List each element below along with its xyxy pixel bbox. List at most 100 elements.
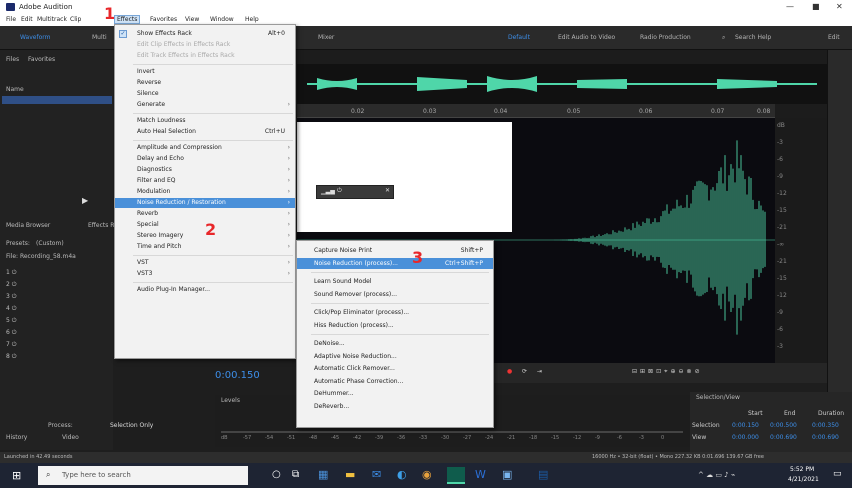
menu-help[interactable]: Help [245,16,259,23]
submenu-item-noise-reduction-process[interactable]: Noise Reduction (process)... Ctrl+Shift+P [297,257,493,269]
workspace-default[interactable]: Default [508,34,530,41]
workspace-radio-production[interactable]: Radio Production [640,34,691,41]
close-button[interactable]: ✕ [836,2,843,11]
effects-item-diagnostics[interactable]: Diagnostics › [115,165,295,175]
taskbar-search-box[interactable]: ⌕ Type here to search [38,466,248,485]
effects-item-show-effects-rack[interactable]: Show Effects Rack ✓ Alt+0 [115,29,295,39]
effects-item-modulation[interactable]: Modulation › [115,187,295,197]
skip-icon[interactable]: ⇥ [537,368,542,375]
selection-end[interactable]: 0:00.500 [770,422,797,429]
submenu-item-learn-sound-model[interactable]: Learn Sound Model [297,276,493,287]
menu-file[interactable]: File [6,16,16,23]
submenu-item-hiss-reduction-process[interactable]: Hiss Reduction (process)... [297,320,493,331]
effects-item-delay-and-echo[interactable]: Delay and Echo › [115,154,295,164]
effects-item-audio-plug-in-manager[interactable]: Audio Plug-In Manager... [115,285,295,295]
editor-tab[interactable]: Edit [828,34,840,41]
menu-clip[interactable]: Clip [70,16,81,23]
process-value[interactable]: Selection Only [110,422,153,429]
workspace-edit-audio-video[interactable]: Edit Audio to Video [558,34,615,41]
submenu-item-automatic-phase-correction[interactable]: Automatic Phase Correction... [297,376,493,387]
mixer-tab[interactable]: Mixer [318,34,334,41]
maximize-button[interactable]: ■ [812,2,820,11]
submenu-item-dehummer[interactable]: DeHummer... [297,388,493,399]
time-ruler[interactable]: 0.02 0.03 0.04 0.05 0.06 0.07 0.08 [297,104,775,118]
rack-slot-4[interactable]: 4 ⏻ [6,305,16,313]
edge-icon[interactable]: ◐ [397,468,407,481]
waveform-view-button[interactable]: Waveform [20,34,50,41]
rack-slot-6[interactable]: 6 ⏻ [6,329,16,337]
effects-item-reverse[interactable]: Reverse [115,78,295,88]
multitrack-view-button[interactable]: Multi [92,34,107,41]
effects-item-time-and-pitch[interactable]: Time and Pitch › [115,242,295,252]
video-tab[interactable]: Video [62,434,79,441]
menu-effects[interactable]: Effects [113,15,141,24]
windows-start-icon[interactable]: ⊞ [12,469,21,482]
file-explorer-icon[interactable]: ▬ [345,468,355,481]
search-help-field[interactable]: Search Help [735,34,771,41]
menu-edit[interactable]: Edit [21,16,33,23]
rack-slot-3[interactable]: 3 ⏻ [6,293,16,301]
effects-item-amplitude-and-compression[interactable]: Amplitude and Compression › [115,143,295,153]
search-icon[interactable]: ⌕ [722,34,725,42]
rack-slot-2[interactable]: 2 ⏻ [6,281,16,289]
view-end[interactable]: 0:00.690 [770,434,797,441]
menu-window[interactable]: Window [210,16,234,23]
effects-item-silence[interactable]: Silence [115,89,295,99]
effects-item-auto-heal-selection[interactable]: Auto Heal Selection Ctrl+U [115,127,295,137]
pr-icon[interactable]: ▤ [538,468,548,481]
rack-slot-5[interactable]: 5 ⏻ [6,317,16,325]
submenu-item-capture-noise-print[interactable]: Capture Noise Print Shift+P [297,245,493,256]
menu-favorites[interactable]: Favorites [150,16,177,23]
waveform-overview[interactable] [297,64,827,104]
task-view-icon[interactable]: ⧉ [292,469,299,480]
effects-item-vst[interactable]: VST › [115,258,295,268]
menu-view[interactable]: View [185,16,199,23]
audition-taskbar-icon[interactable] [447,467,465,484]
timecode-display[interactable]: 0:00.150 [215,370,260,381]
rack-slot-1[interactable]: 1 ⏻ [6,269,16,277]
selection-start[interactable]: 0:00.150 [732,422,759,429]
clock-date[interactable]: 4/21/2021 [788,476,819,483]
zoom-controls[interactable]: ⊟⊞⊠⊡⌖⊕⊖⊗⊘ [632,368,703,376]
submenu-item-denoise[interactable]: DeNoise... [297,338,493,349]
view-duration[interactable]: 0:00.690 [812,434,839,441]
history-tab[interactable]: History [6,434,27,441]
menu-multitrack[interactable]: Multitrack [37,16,67,23]
mini-zoom-widget[interactable]: ▁▃▅ ⏻ ✕ [316,185,394,199]
rack-slot-8[interactable]: 8 ⏻ [6,353,16,361]
presets-value[interactable]: (Custom) [36,240,64,247]
tray-icons[interactable]: ^ ☁ ▭ ♪ ⌁ [698,471,735,479]
effects-item-filter-and-eq[interactable]: Filter and EQ › [115,176,295,186]
media-browser-tab[interactable]: Media Browser [6,222,50,229]
loop-icon[interactable]: ⟳ [522,368,527,375]
submenu-item-dereverb[interactable]: DeReverb... [297,401,493,412]
clock-time[interactable]: 5:52 PM [790,466,814,473]
play-icon[interactable]: ▶ [82,196,88,205]
submenu-item-adaptive-noise-reduction[interactable]: Adaptive Noise Reduction... [297,351,493,362]
cortana-icon[interactable]: ○ [272,469,281,480]
view-start[interactable]: 0:00.000 [732,434,759,441]
submenu-item-sound-remover-process[interactable]: Sound Remover (process)... [297,289,493,300]
photos-icon[interactable]: ▣ [502,468,512,481]
effects-item-generate[interactable]: Generate › [115,100,295,110]
effects-item-invert[interactable]: Invert [115,67,295,77]
record-icon[interactable]: ● [507,368,512,375]
favorites-tab[interactable]: Favorites [28,56,55,63]
power-icon[interactable]: ⏻ [337,187,342,195]
submenu-item-automatic-click-remover[interactable]: Automatic Click Remover... [297,363,493,374]
effects-item-reverb[interactable]: Reverb › [115,209,295,219]
files-tab[interactable]: Files [6,56,19,63]
app-icon[interactable]: ▦ [318,468,328,481]
chrome-icon[interactable]: ◉ [422,468,432,481]
effects-item-match-loudness[interactable]: Match Loudness [115,116,295,126]
selection-duration[interactable]: 0:00.350 [812,422,839,429]
rack-slot-7[interactable]: 7 ⏻ [6,341,16,349]
effects-item-vst3[interactable]: VST3 › [115,269,295,279]
notifications-icon[interactable]: ▭ [833,469,842,479]
mail-icon[interactable]: ✉ [372,468,381,481]
close-icon[interactable]: ✕ [385,187,390,194]
effects-item-noise-reduction-restoration[interactable]: Noise Reduction / Restoration › [115,198,295,208]
submenu-item-click-pop-eliminator-process[interactable]: Click/Pop Eliminator (process)... [297,307,493,318]
word-icon[interactable]: W [475,468,486,481]
minimize-button[interactable]: — [786,2,794,11]
